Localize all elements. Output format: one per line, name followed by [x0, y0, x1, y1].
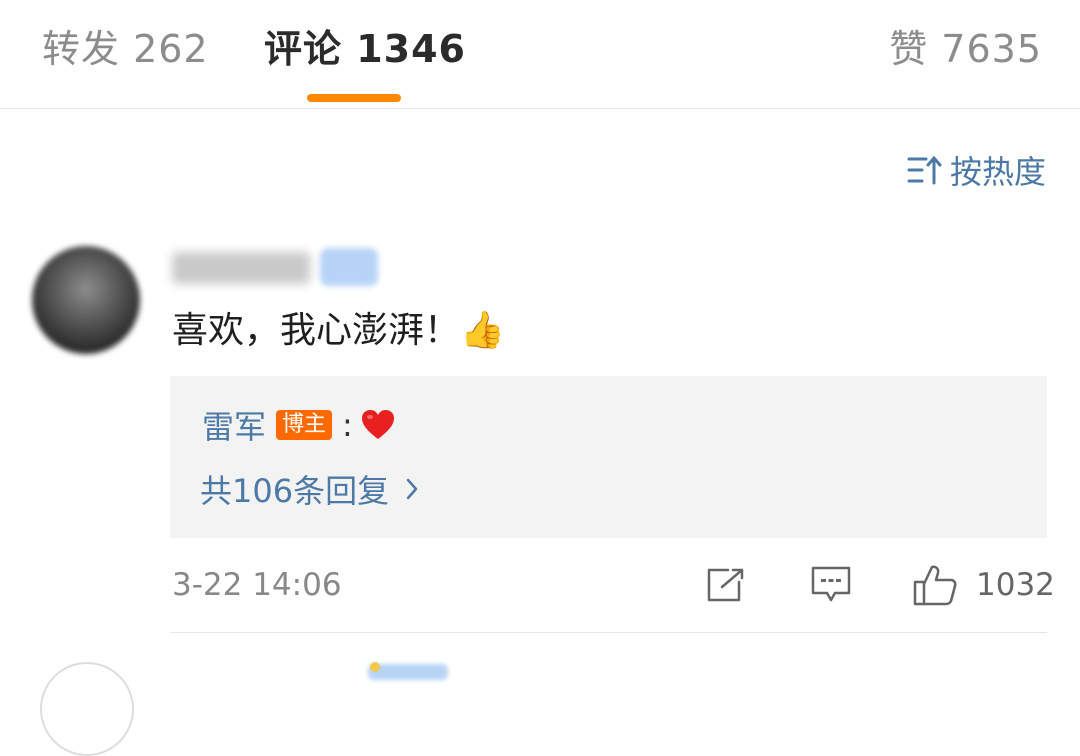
reply-preview: 雷军 博主 :	[202, 402, 395, 448]
comment-author-name[interactable]: ••••	[172, 252, 310, 284]
like-button[interactable]: 1032	[912, 562, 1055, 608]
like-count: 1032	[976, 567, 1055, 603]
sort-icon	[907, 155, 942, 185]
reply-preview-box[interactable]: 雷军 博主 : 共106条回复	[170, 376, 1047, 538]
comment-icon	[811, 566, 851, 602]
blogger-badge: 博主	[276, 410, 333, 440]
comment-divider	[170, 632, 1047, 633]
comment-button[interactable]	[810, 562, 852, 608]
comment-timestamp: 3-22 14:06	[172, 567, 342, 603]
user-badge	[320, 248, 378, 286]
comment-text: 喜欢，我心澎湃！👍	[172, 310, 505, 351]
view-replies-link[interactable]: 共106条回复	[200, 466, 419, 512]
next-user-badge	[368, 664, 448, 680]
heart-icon	[361, 410, 394, 439]
reply-count-label: 共106条回复	[200, 472, 390, 510]
tab-bar: 转发 262 评论 1346 赞 7635	[0, 0, 1080, 109]
sort-label: 按热度	[949, 153, 1046, 191]
active-tab-indicator	[307, 94, 401, 102]
share-button[interactable]	[706, 562, 746, 608]
tab-repost[interactable]: 转发 262	[42, 24, 209, 74]
thumbs-up-icon	[913, 565, 957, 606]
tab-comments[interactable]: 评论 1346	[264, 24, 466, 74]
next-avatar[interactable]	[40, 662, 134, 756]
reply-author[interactable]: 雷军	[202, 402, 266, 448]
chevron-right-icon	[406, 478, 418, 500]
tab-likes[interactable]: 赞 7635	[889, 24, 1042, 74]
avatar[interactable]	[32, 246, 140, 354]
reply-colon: :	[342, 406, 353, 444]
share-icon	[707, 568, 744, 602]
sort-button[interactable]: 按热度	[906, 148, 1046, 192]
next-badge-dot	[370, 662, 380, 672]
